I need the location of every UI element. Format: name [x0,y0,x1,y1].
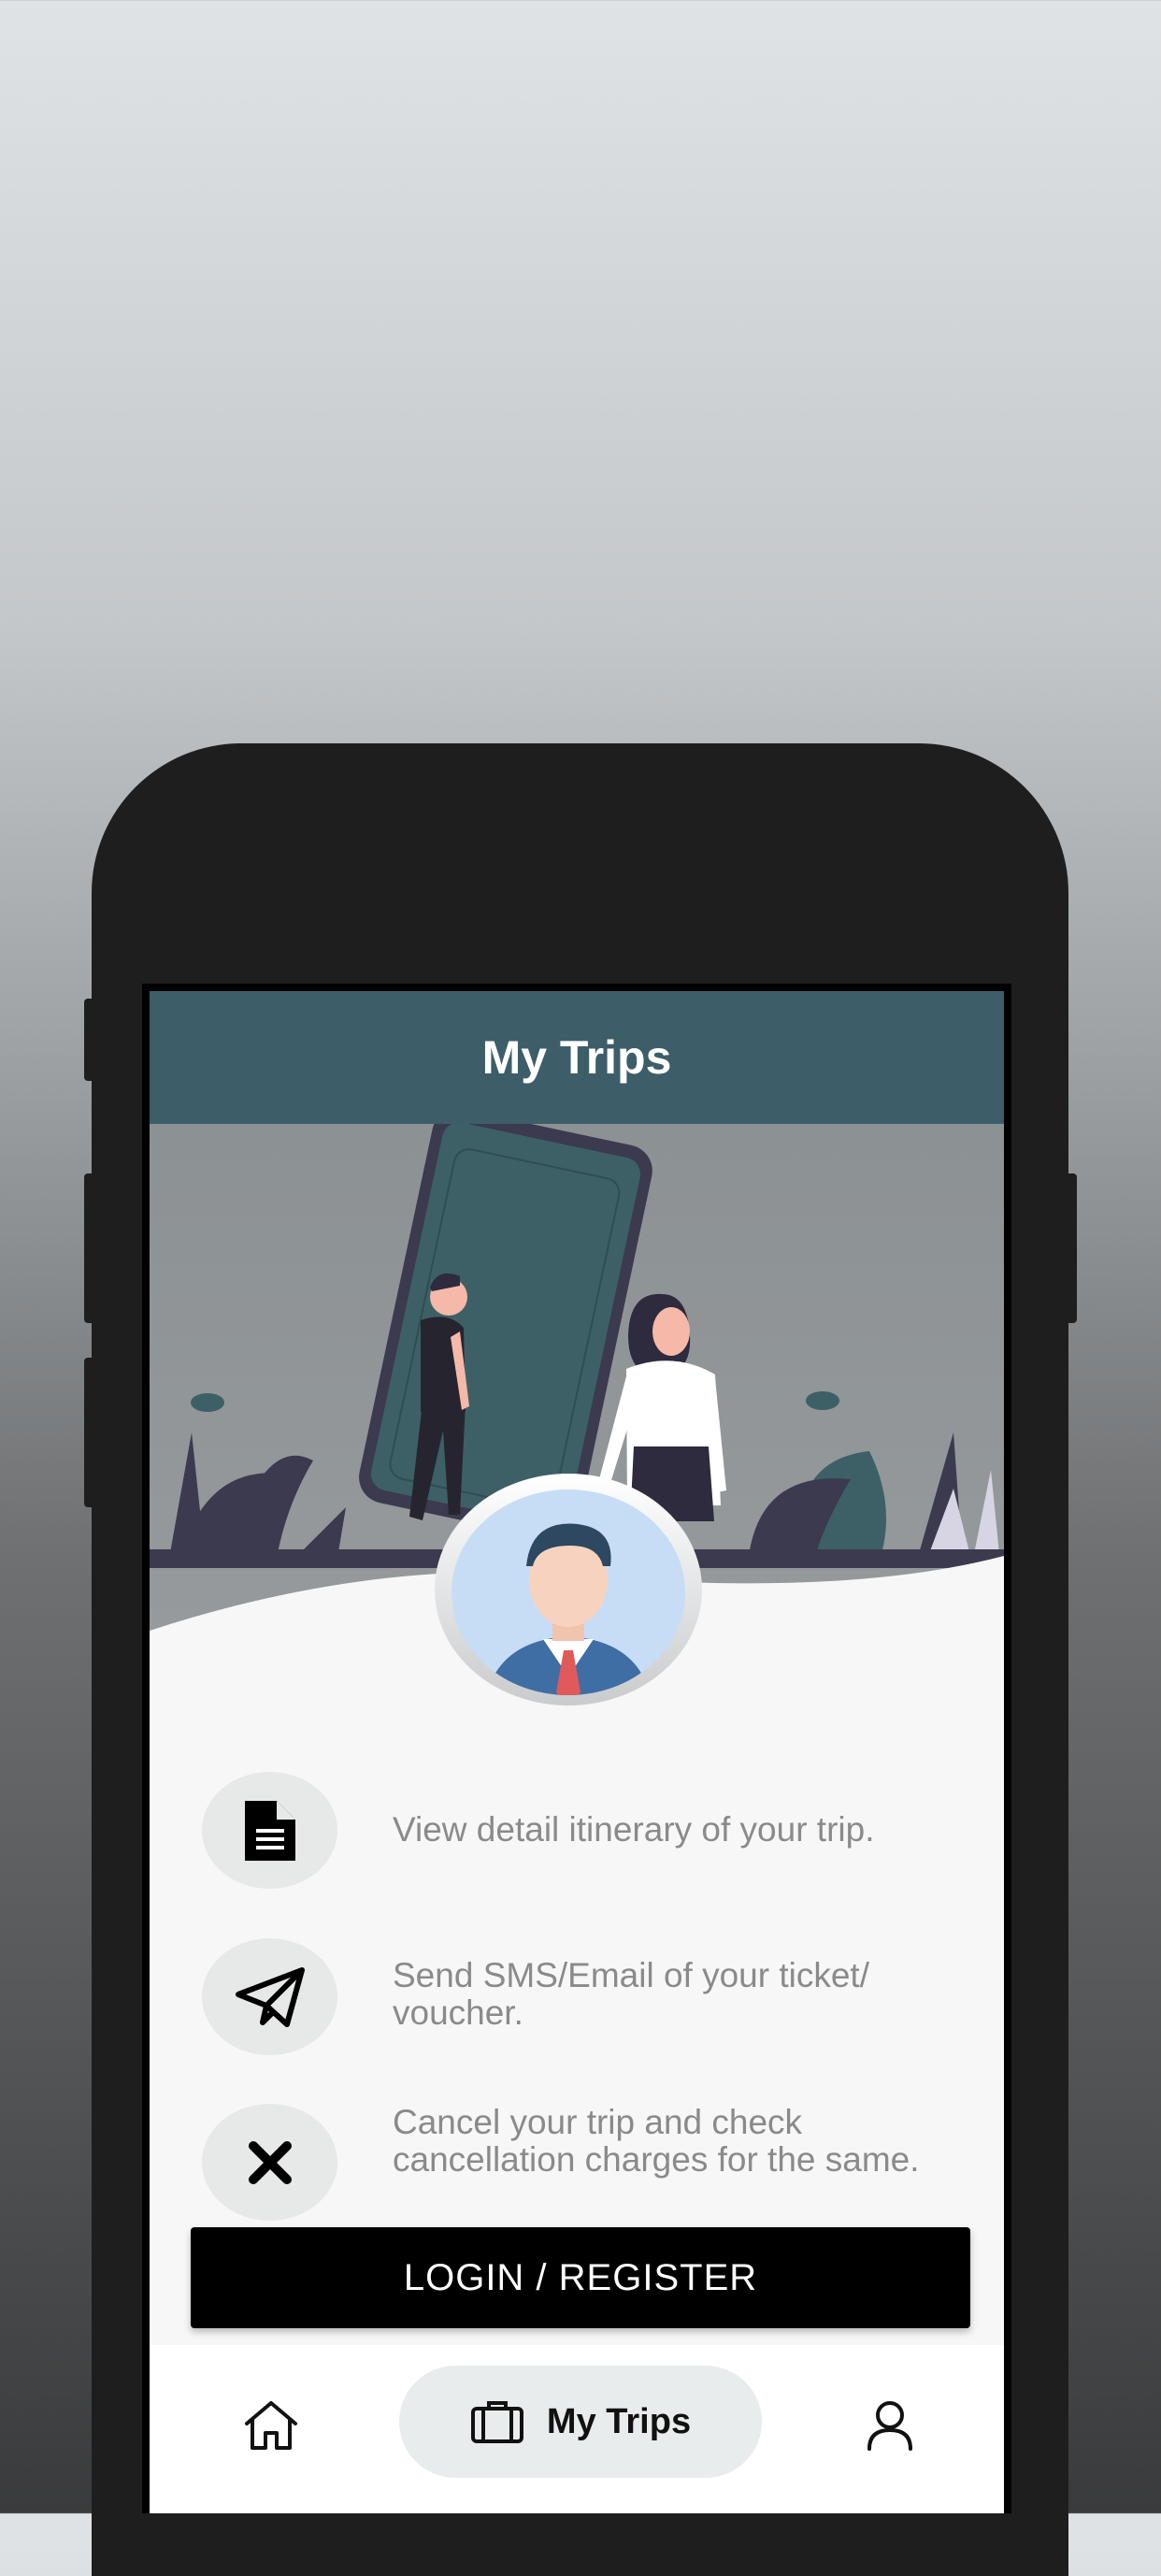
phone-side-button [1066,1173,1077,1323]
page-title: My Trips [481,1031,672,1084]
user-icon [867,2401,912,2451]
close-icon [248,2140,292,2184]
document-icon [244,1800,295,1861]
nav-my-trips[interactable]: My Trips [399,2366,762,2478]
home-icon [245,2401,297,2450]
feature-text: View detail itinerary of your trip. [393,1810,875,1849]
send-icon [235,1966,305,2027]
send-icon-circle [202,1938,337,2055]
close-icon-circle [202,2104,337,2221]
nav-home[interactable] [234,2388,308,2463]
login-register-button[interactable]: LOGIN / REGISTER [191,2227,970,2328]
phone-side-button [84,999,95,1081]
feature-text: Cancel your trip and check cancellation … [393,2103,920,2179]
nav-my-trips-label: My Trips [546,2401,692,2441]
app-header: My Trips [150,991,1004,1124]
bottom-nav: My Trips [150,2345,1004,2513]
phone-screen: My Trips View detail itinerary of your t… [142,984,1011,2513]
feature-text: Send SMS/Email of your ticket/ voucher. [393,1956,869,2032]
document-icon-circle [202,1772,337,1889]
app-screen: My Trips View detail itinerary of your t… [150,991,1004,2513]
phone-side-button [84,1173,95,1323]
phone-side-button [84,1358,95,1507]
briefcase-icon [470,2401,523,2443]
avatar [433,1473,704,1706]
nav-profile[interactable] [853,2388,927,2463]
